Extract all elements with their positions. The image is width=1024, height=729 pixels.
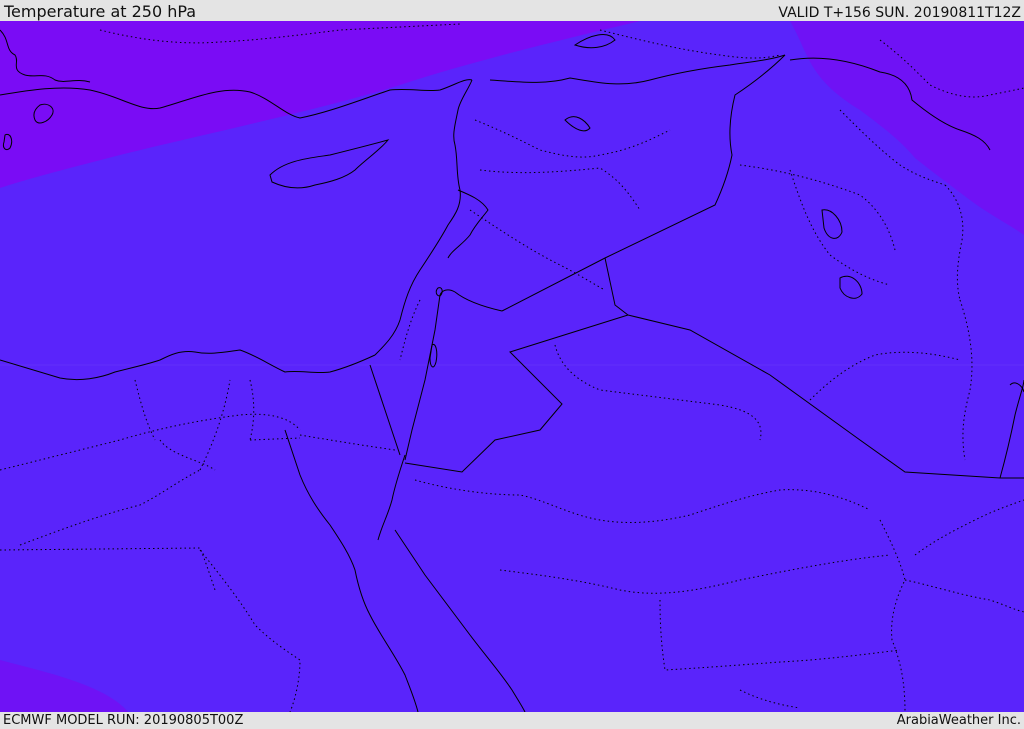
header-bar: Temperature at 250 hPa VALID T+156 SUN. … — [0, 0, 1024, 21]
map-figure: Temperature at 250 hPa VALID T+156 SUN. … — [0, 0, 1024, 729]
map-svg — [0, 21, 1024, 712]
model-run-label: ECMWF MODEL RUN: 20190805T00Z — [3, 713, 244, 728]
map-canvas — [0, 21, 1024, 712]
credit-label: ArabiaWeather Inc. — [896, 713, 1021, 728]
footer-bar: ECMWF MODEL RUN: 20190805T00Z ArabiaWeat… — [0, 712, 1024, 729]
valid-time: VALID T+156 SUN. 20190811T12Z — [778, 5, 1021, 21]
map-title: Temperature at 250 hPa — [4, 2, 197, 21]
